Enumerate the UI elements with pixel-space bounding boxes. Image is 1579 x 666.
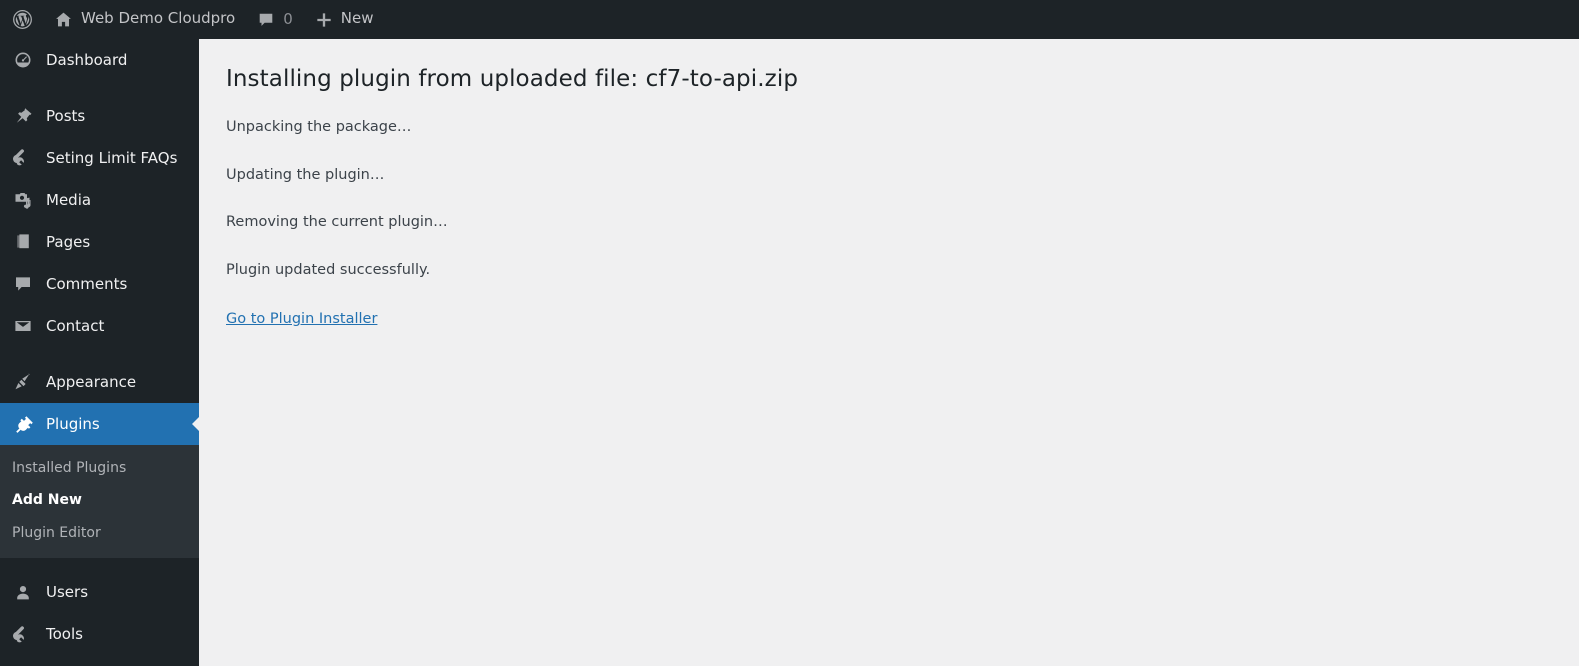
admin-bar: Web Demo Cloudpro 0 New	[0, 0, 1579, 39]
install-status-line: Unpacking the package…	[226, 118, 412, 135]
sidebar-item-comments[interactable]: Comments	[0, 263, 199, 305]
envelope-icon	[12, 316, 34, 336]
user-icon	[12, 583, 34, 603]
site-name-menu-item[interactable]: Web Demo Cloudpro	[43, 0, 246, 39]
page-title: Installing plugin from uploaded file: cf…	[226, 66, 799, 92]
content-area: Installing plugin from uploaded file: cf…	[199, 39, 1579, 666]
sidebar-item-dashboard[interactable]: Dashboard	[0, 39, 199, 81]
sidebar-item-media[interactable]: Media	[0, 179, 199, 221]
menu-separator	[0, 347, 199, 361]
sidebar-item-label: Pages	[46, 232, 91, 251]
wrench-icon	[12, 625, 34, 645]
comments-menu-item[interactable]: 0	[246, 0, 304, 39]
menu-separator	[0, 558, 199, 572]
dashboard-gauge-icon	[12, 50, 34, 70]
wp-logo-menu-item[interactable]	[0, 0, 43, 39]
submenu-plugins: Installed Plugins Add New Plugin Editor	[0, 445, 199, 558]
sidebar-item-pages[interactable]: Pages	[0, 221, 199, 263]
submenu-item-installed-plugins[interactable]: Installed Plugins	[0, 452, 199, 484]
sidebar-item-label: Seting Limit FAQs	[46, 148, 178, 167]
sidebar-item-label: Users	[46, 583, 89, 602]
comment-bubble-icon	[12, 274, 34, 294]
sidebar-item-appearance[interactable]: Appearance	[0, 361, 199, 403]
install-status-line: Plugin updated successfully.	[226, 262, 431, 279]
sidebar-item-users[interactable]: Users	[0, 572, 199, 614]
media-camera-music-icon	[12, 190, 34, 210]
sidebar-item-plugins[interactable]: Plugins	[0, 403, 199, 445]
sidebar-item-label: Dashboard	[46, 50, 128, 69]
comment-bubble-icon	[257, 11, 275, 29]
sidebar-item-label: Plugins	[46, 414, 100, 433]
sidebar-item-label: Tools	[46, 625, 83, 644]
sidebar-item-contact[interactable]: Contact	[0, 305, 199, 347]
menu-group-extend: Appearance Plugins Installed Plugins Add…	[0, 361, 199, 558]
new-content-menu-item[interactable]: New	[304, 0, 385, 39]
wrench-icon	[12, 148, 34, 168]
menu-group-content: Posts Seting Limit FAQs Media Pages Comm…	[0, 95, 199, 347]
submenu-item-add-new[interactable]: Add New	[0, 484, 199, 516]
sidebar-item-label: Posts	[46, 106, 86, 125]
comments-count: 0	[283, 9, 293, 28]
wordpress-logo-icon	[12, 9, 33, 30]
menu-group-dashboard: Dashboard	[0, 39, 199, 81]
submenu-item-plugin-editor[interactable]: Plugin Editor	[0, 517, 199, 549]
admin-sidebar-menu: Dashboard Posts Seting Limit FAQs Media …	[0, 39, 199, 666]
new-content-label: New	[340, 9, 374, 27]
plus-icon	[315, 11, 333, 29]
paintbrush-icon	[12, 372, 34, 392]
sidebar-item-tools[interactable]: Tools	[0, 614, 199, 656]
menu-separator	[0, 81, 199, 95]
install-status-line: Removing the current plugin…	[226, 214, 448, 231]
sidebar-item-label: Media	[46, 190, 92, 209]
home-icon	[54, 10, 73, 29]
install-plugin-wrap: Installing plugin from uploaded file: cf…	[199, 39, 1579, 327]
sidebar-item-label: Comments	[46, 274, 128, 293]
go-to-plugin-installer-link[interactable]: Go to Plugin Installer	[226, 311, 377, 327]
sidebar-item-label: Appearance	[46, 372, 137, 391]
menu-group-admin: Users Tools	[0, 572, 199, 656]
install-status-line: Updating the plugin…	[226, 166, 385, 183]
sidebar-item-label: Contact	[46, 316, 105, 335]
pages-stack-icon	[12, 232, 34, 252]
pushpin-icon	[12, 106, 34, 126]
plug-icon	[12, 414, 34, 434]
sidebar-item-seting-limit-faqs[interactable]: Seting Limit FAQs	[0, 137, 199, 179]
site-name-label: Web Demo Cloudpro	[81, 9, 236, 27]
sidebar-item-posts[interactable]: Posts	[0, 95, 199, 137]
